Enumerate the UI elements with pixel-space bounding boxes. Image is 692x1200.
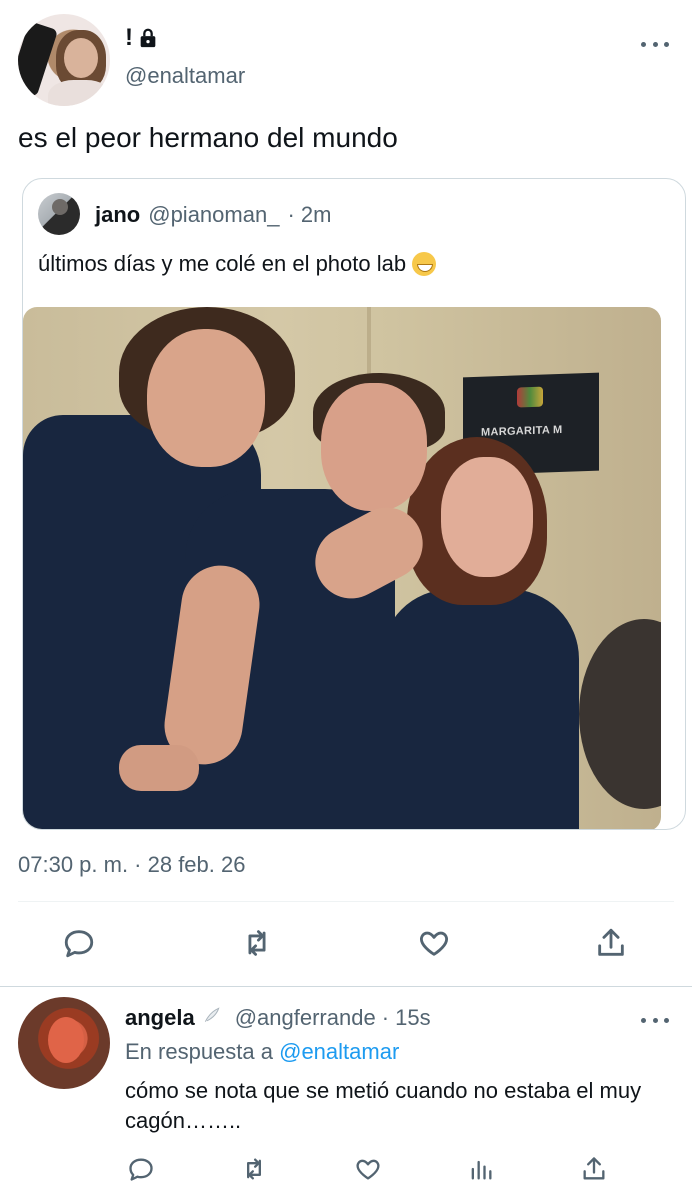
reply-icon[interactable] bbox=[62, 926, 96, 960]
reply-header: angela @angferrande · 15s bbox=[125, 1005, 431, 1031]
reply-text: cómo se nota que se metió cuando no esta… bbox=[125, 1078, 642, 1133]
reply-time: · 15s bbox=[381, 1005, 431, 1030]
tweet-timestamp[interactable]: 07:30 p. m. · 28 feb. 26 bbox=[18, 852, 245, 878]
quoted-tweet-text-row: últimos días y me colé en el photo lab bbox=[38, 251, 437, 277]
reply-author-avatar[interactable] bbox=[18, 997, 110, 1089]
grinning-face-icon bbox=[412, 252, 437, 276]
quoted-author-avatar[interactable] bbox=[38, 193, 80, 235]
share-icon[interactable] bbox=[580, 1155, 608, 1183]
views-icon[interactable] bbox=[467, 1155, 495, 1183]
reply-author-name[interactable]: angela bbox=[125, 1005, 195, 1031]
reply-more-options-icon[interactable] bbox=[641, 1010, 669, 1030]
in-reply-to-mention[interactable]: @enaltamar bbox=[279, 1039, 399, 1064]
quoted-tweet-photo[interactable]: MARGARITA M bbox=[23, 307, 661, 829]
in-reply-to-prefix: En respuesta a bbox=[125, 1039, 273, 1064]
retweet-icon[interactable] bbox=[240, 1155, 268, 1183]
share-icon[interactable] bbox=[594, 926, 628, 960]
reply-author-handle[interactable]: @angferrande bbox=[235, 1005, 376, 1031]
quoted-tweet-header: jano @pianoman_ · 2m bbox=[95, 202, 331, 228]
author-name-text: ! bbox=[125, 24, 133, 51]
door-sign-text: MARGARITA M bbox=[481, 423, 563, 439]
quoted-author-handle[interactable]: @pianoman_ bbox=[148, 202, 279, 228]
reply-icon[interactable] bbox=[127, 1155, 155, 1183]
like-icon[interactable] bbox=[417, 926, 451, 960]
author-avatar[interactable] bbox=[18, 14, 110, 106]
author-display-name[interactable]: ! bbox=[125, 24, 159, 52]
retweet-icon[interactable] bbox=[240, 926, 274, 960]
in-reply-to: En respuesta a @enaltamar bbox=[125, 1039, 399, 1065]
like-icon[interactable] bbox=[354, 1155, 382, 1183]
more-options-icon[interactable] bbox=[641, 34, 669, 54]
section-divider bbox=[0, 986, 692, 987]
divider bbox=[18, 901, 674, 902]
quoted-tweet-text: últimos días y me colé en el photo lab bbox=[38, 251, 407, 276]
author-handle[interactable]: @enaltamar bbox=[125, 63, 245, 89]
feather-icon bbox=[201, 1005, 223, 1025]
tweet-text: es el peor hermano del mundo bbox=[18, 122, 398, 153]
lock-icon bbox=[137, 27, 159, 49]
quoted-author-name[interactable]: jano bbox=[95, 202, 140, 228]
quoted-tweet-card[interactable]: jano @pianoman_ · 2m últimos días y me c… bbox=[22, 178, 686, 830]
quoted-tweet-time: · 2m bbox=[287, 202, 332, 227]
